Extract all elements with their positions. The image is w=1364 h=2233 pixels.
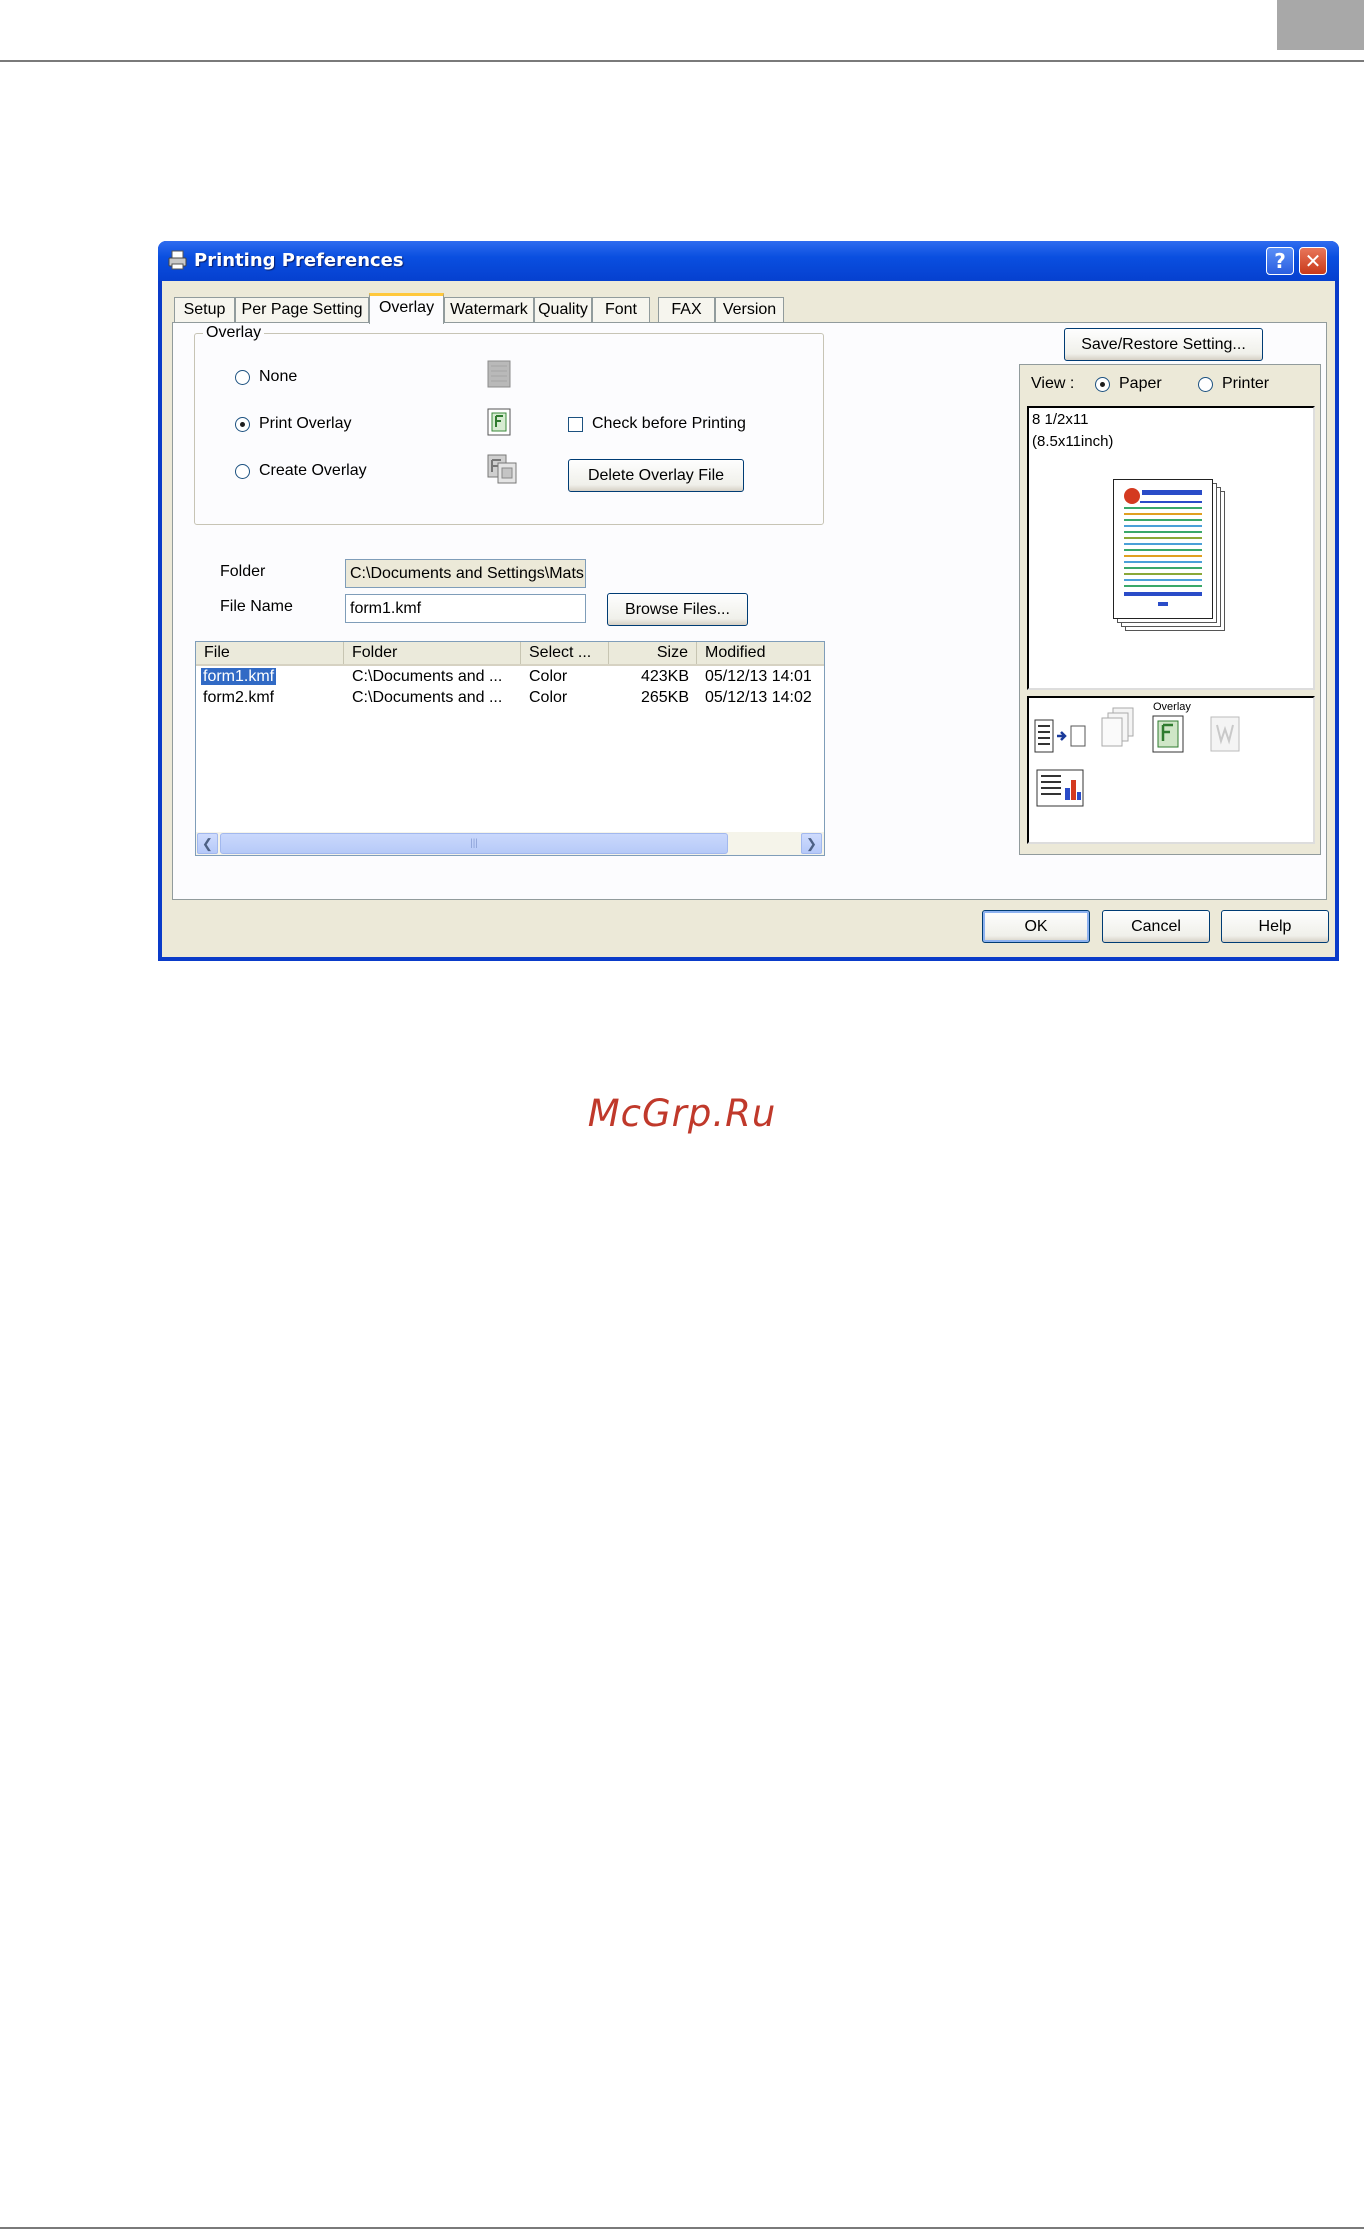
- view-label: View :: [1031, 375, 1075, 392]
- column-header-file[interactable]: File: [196, 642, 344, 664]
- tab-watermark[interactable]: Watermark: [444, 297, 534, 323]
- tab-quality[interactable]: Quality: [534, 297, 592, 323]
- printing-preferences-dialog: Printing Preferences ? ✕ Setup Per Page …: [158, 241, 1339, 961]
- overlay-file-list[interactable]: File Folder Select ... Size Modified for…: [195, 641, 825, 856]
- overlay-tab-panel: Overlay None Print Overlay Create Overla…: [172, 322, 1327, 900]
- view-printer-label[interactable]: Printer: [1222, 375, 1269, 393]
- radio-none-label[interactable]: None: [259, 368, 297, 386]
- ok-button[interactable]: OK: [982, 910, 1090, 943]
- folder-cell: C:\Documents and ...: [352, 689, 503, 706]
- scroll-right-icon[interactable]: ❯: [801, 833, 822, 854]
- scroll-left-icon[interactable]: ❮: [197, 833, 218, 854]
- column-header-size[interactable]: Size: [609, 642, 697, 664]
- view-paper-radio[interactable]: [1095, 377, 1110, 392]
- table-row[interactable]: form2.kmf C:\Documents and ... Color 265…: [196, 688, 824, 708]
- view-printer-radio[interactable]: [1198, 377, 1213, 392]
- chart-page-icon: [1036, 769, 1084, 807]
- window-title: Printing Preferences: [194, 250, 404, 271]
- blank-page-icon: [487, 360, 511, 388]
- horizontal-scrollbar[interactable]: ❮ ||| ❯: [196, 832, 824, 855]
- radio-print-overlay-label[interactable]: Print Overlay: [259, 415, 351, 433]
- radio-create-overlay[interactable]: [235, 464, 250, 479]
- create-overlay-icon: [487, 454, 517, 484]
- modified-cell: 05/12/13 14:01: [705, 668, 812, 685]
- view-paper-label[interactable]: Paper: [1119, 375, 1162, 393]
- page-corner-tab: [1277, 0, 1364, 50]
- size-cell: 265KB: [640, 689, 689, 706]
- tab-per-page-setting[interactable]: Per Page Setting: [235, 297, 369, 323]
- radio-none[interactable]: [235, 370, 250, 385]
- file-name-field[interactable]: form1.kmf: [345, 594, 586, 623]
- size-cell: 423KB: [640, 668, 689, 685]
- column-header-folder[interactable]: Folder: [344, 642, 521, 664]
- column-header-modified[interactable]: Modified: [697, 642, 824, 664]
- tab-font[interactable]: Font: [592, 297, 650, 323]
- tab-version[interactable]: Version: [715, 297, 784, 323]
- overlay-group-title: Overlay: [203, 324, 265, 342]
- radio-print-overlay[interactable]: [235, 417, 250, 432]
- tab-fax[interactable]: FAX: [658, 297, 715, 323]
- paper-size-inch-text: (8.5x11inch): [1032, 433, 1114, 450]
- save-restore-setting-button[interactable]: Save/Restore Setting...: [1064, 328, 1263, 361]
- page-bottom-rule: [0, 2227, 1364, 2229]
- function-icons-box: Overlay: [1027, 696, 1315, 844]
- overlay-group: Overlay None Print Overlay Create Overla…: [194, 324, 824, 525]
- scroll-thumb[interactable]: |||: [220, 833, 728, 854]
- cancel-button[interactable]: Cancel: [1102, 910, 1210, 943]
- file-name-label: File Name: [220, 598, 293, 615]
- page-top-rule: [0, 60, 1364, 62]
- document-thumbnail-icon: [1124, 488, 1202, 606]
- tab-setup[interactable]: Setup: [174, 297, 235, 323]
- print-overlay-icon: [487, 408, 511, 436]
- file-list-header: File Folder Select ... Size Modified: [196, 642, 824, 666]
- overlay-icon-label: Overlay: [1153, 701, 1191, 713]
- modified-cell: 05/12/13 14:02: [705, 689, 812, 706]
- column-header-select[interactable]: Select ...: [521, 642, 609, 664]
- paper-preview-box: 8 1/2x11 (8.5x11inch): [1027, 406, 1315, 690]
- folder-cell: C:\Documents and ...: [352, 668, 503, 685]
- paper-size-text: 8 1/2x11: [1032, 411, 1089, 428]
- preview-panel: View : Paper Printer 8 1/2x11 (8.5x11inc…: [1019, 364, 1321, 855]
- radio-create-overlay-label[interactable]: Create Overlay: [259, 462, 367, 480]
- folder-label: Folder: [220, 563, 266, 580]
- printer-icon: [168, 250, 187, 270]
- file-cell: form1.kmf: [201, 668, 277, 685]
- watermark-icon: [1210, 716, 1240, 752]
- check-before-printing-label[interactable]: Check before Printing: [592, 415, 746, 433]
- title-bar[interactable]: Printing Preferences ? ✕: [158, 241, 1339, 281]
- overlay-form-icon: [1152, 715, 1184, 753]
- check-before-printing-checkbox[interactable]: [568, 417, 583, 432]
- select-cell: Color: [529, 689, 568, 706]
- delete-overlay-file-button[interactable]: Delete Overlay File: [568, 459, 744, 492]
- folder-field: C:\Documents and Settings\Mats: [345, 559, 586, 588]
- select-cell: Color: [529, 668, 568, 685]
- title-close-button[interactable]: ✕: [1299, 247, 1327, 275]
- file-cell: form2.kmf: [203, 689, 275, 706]
- page-watermark: McGrp.Ru: [587, 1092, 777, 1135]
- browse-files-button[interactable]: Browse Files...: [607, 593, 748, 626]
- table-row[interactable]: form1.kmf C:\Documents and ... Color 423…: [196, 667, 824, 687]
- duplex-to-single-icon: [1034, 719, 1086, 753]
- help-button[interactable]: Help: [1221, 910, 1329, 943]
- tab-overlay[interactable]: Overlay: [369, 293, 444, 324]
- dialog-client-area: Setup Per Page Setting Overlay Watermark…: [162, 281, 1335, 957]
- title-help-button[interactable]: ?: [1266, 247, 1294, 275]
- pages-stack-icon: [1101, 707, 1134, 747]
